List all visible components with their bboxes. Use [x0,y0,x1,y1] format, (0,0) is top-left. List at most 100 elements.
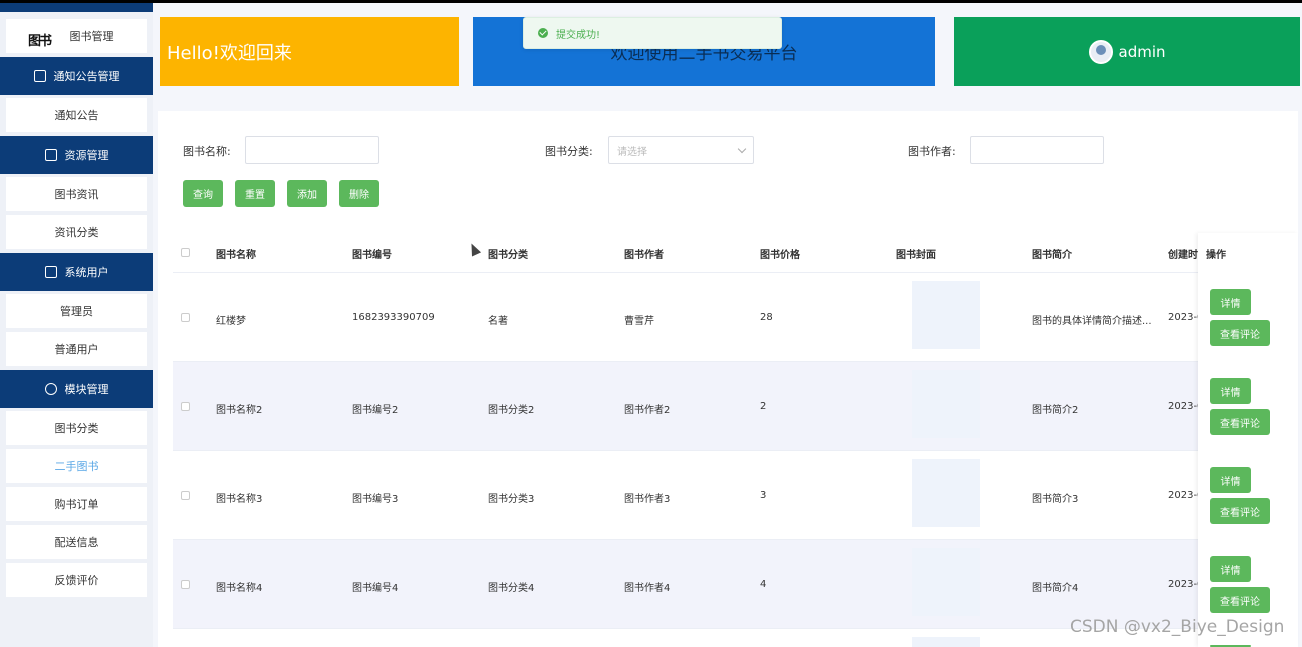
sidebar-item-admin[interactable]: 管理员 [6,294,147,328]
cell-category: 图书分类4 [488,583,535,594]
cell-name: 图书名称3 [216,494,263,505]
cell-author: 图书作者3 [624,494,671,505]
header-category: 图书分类 [488,250,528,261]
row-checkbox[interactable] [181,313,190,322]
detail-button[interactable]: 详情 [1210,556,1251,582]
table-header: 图书名称 图书编号 图书分类 图书作者 图书价格 图书封面 图书简介 创建时间 [173,233,1298,273]
user-card[interactable]: admin [954,17,1300,86]
reset-button[interactable]: 重置 [235,180,275,207]
cell-created: 2023-0 [1168,401,1200,412]
avatar[interactable] [1088,39,1113,64]
view-comments-button[interactable]: 查看评论 [1210,498,1270,524]
cell-category: 名著 [488,316,508,327]
cell-code: 图书编号2 [352,405,399,416]
cell-code: 图书编号3 [352,494,399,505]
table-row[interactable]: 红楼梦 1682393390709 名著 曹雪芹 28 图书的具体详情简介描述.… [173,273,1283,362]
table-row[interactable]: 图书名称2 图书编号2 图书分类2 图书作者2 2 图书简介2 2023-0 [173,362,1283,451]
add-button[interactable]: 添加 [287,180,327,207]
cover-image [912,459,980,527]
welcome-text: Hello!欢迎回来 [167,42,292,64]
cell-intro: 图书的具体详情简介描述... [1032,316,1152,327]
book-category-select[interactable]: 请选择 [608,136,754,164]
sidebar-item-label: 配送信息 [54,536,99,549]
view-comments-button[interactable]: 查看评论 [1210,409,1270,435]
cell-category: 图书分类3 [488,494,535,505]
sidebar-group-label: 模块管理 [64,383,109,396]
detail-button[interactable]: 详情 [1210,467,1251,493]
sidebar-group-label: 通知公告管理 [53,70,120,83]
cell-name: 图书名称4 [216,583,263,594]
sidebar-item-label: 反馈评价 [54,574,99,587]
detail-button[interactable]: 详情 [1210,378,1251,404]
view-comments-button[interactable]: 查看评论 [1210,587,1270,613]
view-comments-button[interactable]: 查看评论 [1210,320,1270,346]
sidebar-item-news-category[interactable]: 资讯分类 [6,215,147,249]
cell-category: 图书分类2 [488,405,535,416]
sidebar-item-used-books[interactable]: 二手图书 [6,449,147,483]
sidebar-item-notice[interactable]: 通知公告 [6,98,147,132]
book-author-input[interactable] [970,136,1104,164]
diamond-icon [44,383,57,395]
sidebar-item-book-management[interactable]: 图书管理 图书 [6,19,147,53]
header-code: 图书编号 [352,250,392,261]
username[interactable]: admin [1119,43,1166,61]
cover-image [912,281,980,349]
watermark: CSDN @vx2_Biye_Design [1070,617,1285,637]
cell-name: 图书名称2 [216,405,263,416]
operations-column: 操作 详情 查看评论 详情 查看评论 详情 查看评论 详情 查看评论 [1198,233,1298,647]
table-row[interactable]: 图书名称3 图书编号3 图书分类3 图书作者3 3 图书简介3 2023-0 [173,451,1283,540]
header-price: 图书价格 [760,250,800,261]
welcome-card: Hello!欢迎回来 [160,17,459,86]
success-toast: 提交成功! [523,17,782,49]
sidebar-item-feedback[interactable]: 反馈评价 [6,563,147,597]
sidebar-group-users[interactable]: 系统用户 [0,253,153,291]
query-button[interactable]: 查询 [183,180,223,207]
cell-created: 2023-0 [1168,312,1200,323]
cell-intro: 图书简介3 [1032,494,1079,505]
row-checkbox[interactable] [181,402,190,411]
table-row[interactable]: 图书名称4 图书编号4 图书分类4 图书作者4 4 图书简介4 2023-0 [173,540,1283,629]
cell-author: 图书作者2 [624,405,671,416]
sidebar-item-label: 图书管理 [69,30,114,43]
cell-code: 1682393390709 [352,312,435,323]
sidebar-item-book-news[interactable]: 图书资讯 [6,177,147,211]
chart-icon [44,266,57,278]
sidebar-item-label: 通知公告 [54,109,99,122]
row-checkbox[interactable] [181,580,190,589]
resource-icon [44,149,57,161]
sidebar-item-orders[interactable]: 购书订单 [6,487,147,521]
select-all-checkbox[interactable] [181,248,190,257]
sidebar-item-normal-users[interactable]: 普通用户 [6,332,147,366]
header-name: 图书名称 [216,250,256,261]
sidebar-top-strip [0,3,153,12]
delete-button[interactable]: 删除 [339,180,379,207]
sidebar-group-resource[interactable]: 资源管理 [0,136,153,174]
sidebar-item-delivery[interactable]: 配送信息 [6,525,147,559]
book-name-label: 图书名称: [183,145,231,158]
cover-image [912,370,980,438]
sidebar-item-label: 普通用户 [54,343,99,356]
sidebar-item-label: 图书资讯 [54,188,99,201]
check-circle-icon [538,28,548,38]
sidebar-item-book-category[interactable]: 图书分类 [6,411,147,445]
sidebar-group-notice[interactable]: 通知公告管理 [0,57,153,95]
sidebar: 图书管理 图书 通知公告管理 通知公告 资源管理 图书资讯 资讯分类 系统用户 … [0,3,153,647]
row-checkbox[interactable] [181,491,190,500]
sidebar-group-modules[interactable]: 模块管理 [0,370,153,408]
book-name-input[interactable] [245,136,379,164]
cell-created: 2023-0 [1168,579,1200,590]
cover-image [912,548,980,616]
sidebar-item-label: 资讯分类 [54,226,99,239]
sidebar-item-label: 管理员 [60,305,93,318]
cell-price: 3 [760,490,767,501]
sidebar-group-label: 系统用户 [64,266,109,279]
book-author-label: 图书作者: [908,145,956,158]
cell-intro: 图书简介2 [1032,405,1079,416]
cell-price: 2 [760,401,767,412]
detail-button[interactable]: 详情 [1210,289,1251,315]
chevron-down-icon [737,144,747,154]
sidebar-group-label: 资源管理 [64,149,109,162]
cell-price: 28 [760,312,773,323]
cell-created: 2023-0 [1168,490,1200,501]
sidebar-item-label: 二手图书 [54,460,99,473]
